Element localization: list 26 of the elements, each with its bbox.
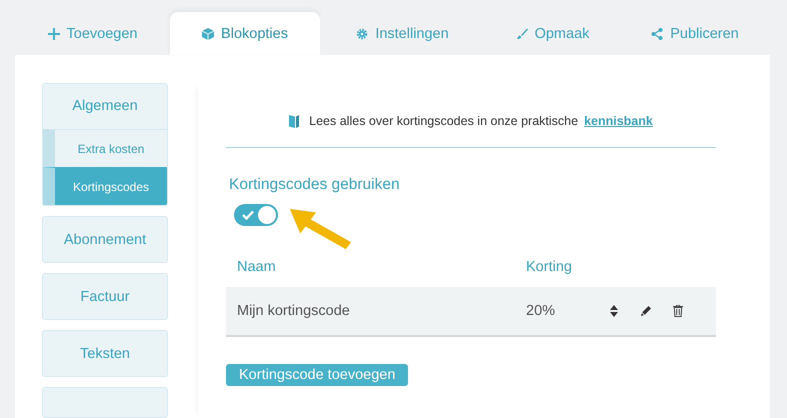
sidebar-subitem[interactable]: Extra kosten xyxy=(43,128,167,168)
book-icon xyxy=(289,114,300,128)
tab[interactable]: Blokopties xyxy=(170,12,320,55)
trash-icon[interactable] xyxy=(673,305,683,317)
toggle-switch[interactable] xyxy=(234,204,278,226)
share-icon xyxy=(651,28,664,40)
info-text: Lees alles over kortingscodes in onze praktische xyxy=(309,114,578,128)
sidebar-item[interactable]: Teksten xyxy=(43,331,167,376)
plus-icon xyxy=(48,28,60,40)
table-cell-text: Mijn kortingscode xyxy=(237,303,351,319)
sidebar-subitem[interactable]: Kortingscodes xyxy=(43,167,167,206)
column-header: Naam xyxy=(237,259,277,275)
column-header: Korting xyxy=(526,259,572,275)
add-discount-code-button[interactable]: Kortingscode toevoegen xyxy=(226,364,408,386)
cube-icon xyxy=(202,28,214,40)
sort-icon[interactable] xyxy=(609,305,619,317)
pencil-icon[interactable] xyxy=(641,305,651,317)
table-cell-text: 20% xyxy=(526,303,556,319)
checkmark-icon xyxy=(242,210,254,220)
knowledge-base-link[interactable]: kennisbank xyxy=(584,114,653,128)
brush-icon xyxy=(516,28,528,40)
setting-label: Kortingscodes gebruiken xyxy=(228,176,401,194)
sidebar-item[interactable]: Algemeen xyxy=(43,84,167,129)
sidebar-item[interactable]: Abonnement xyxy=(43,217,167,262)
settings-icon xyxy=(356,28,368,40)
sidebar-item[interactable]: Factuur xyxy=(43,274,167,320)
